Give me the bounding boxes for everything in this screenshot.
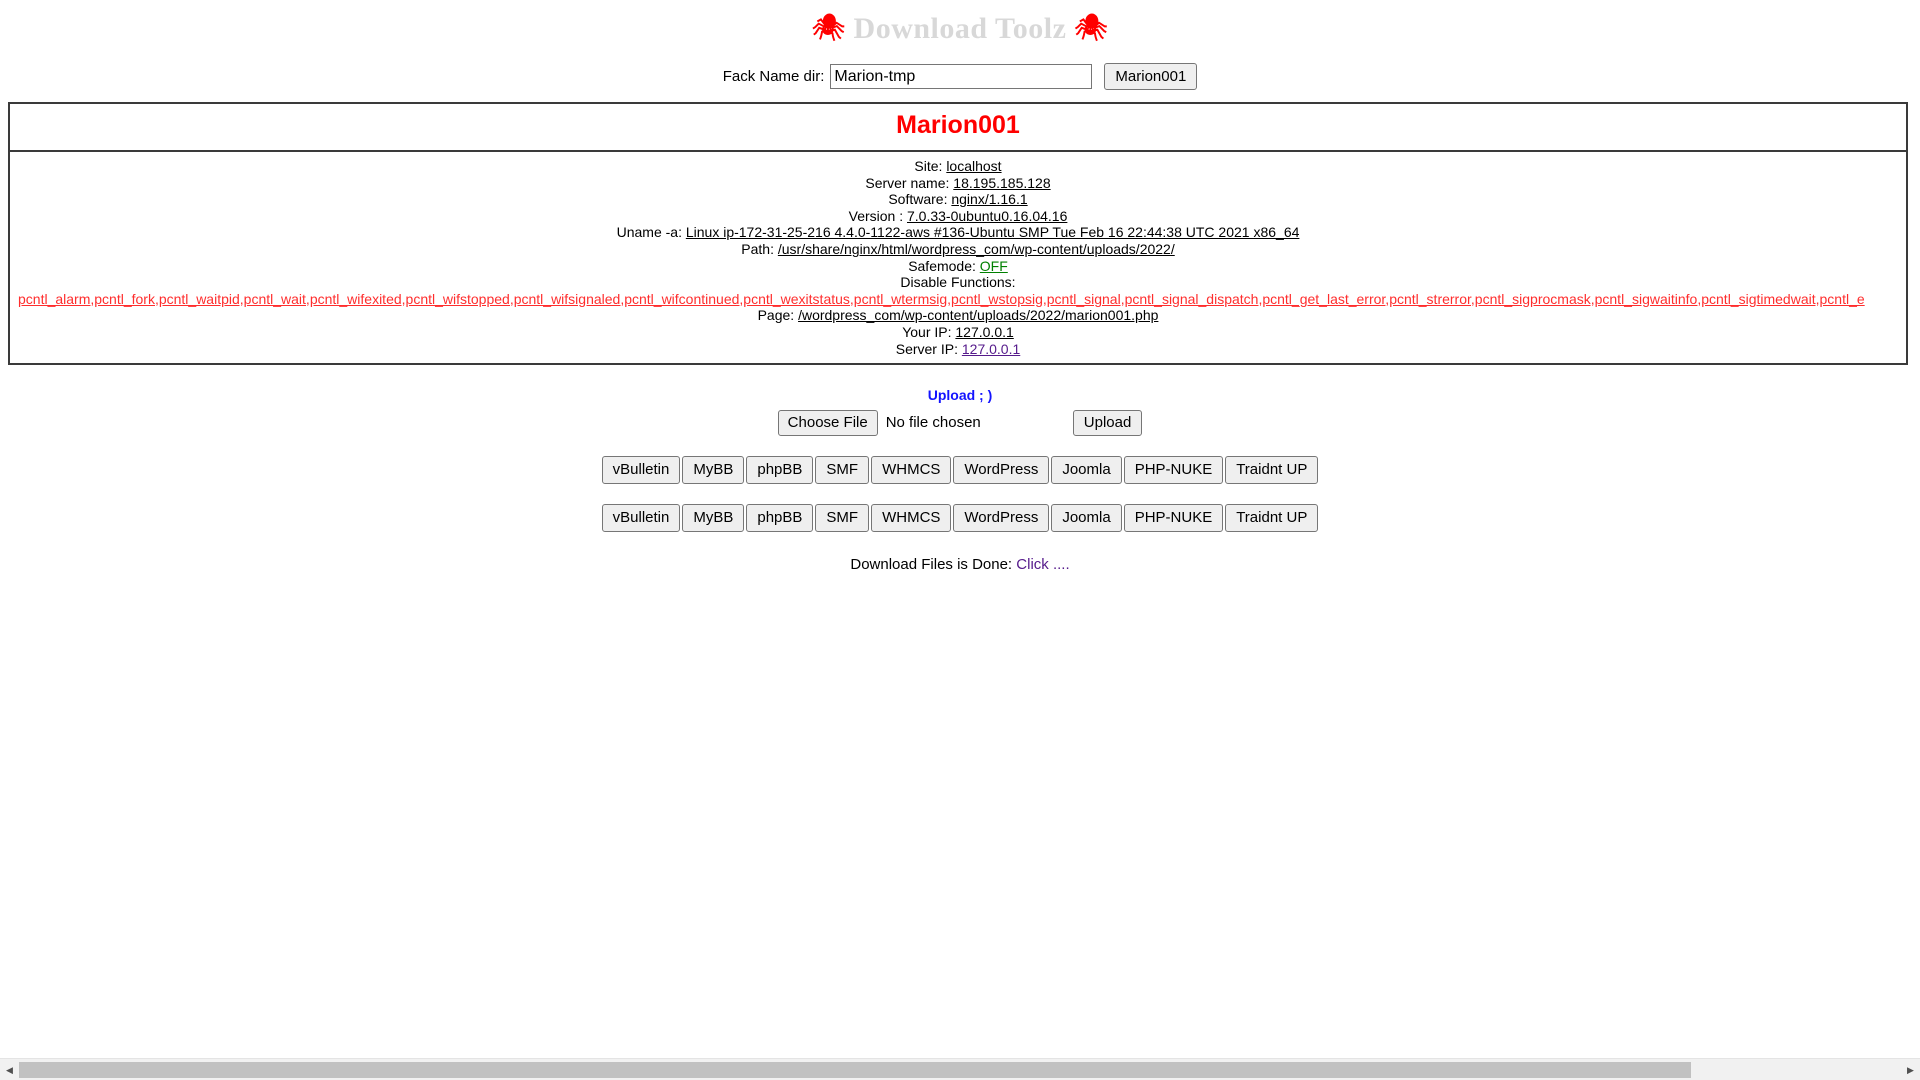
fack-name-form: Fack Name dir: Marion001: [0, 63, 1920, 90]
info-label-version: Version :: [848, 207, 904, 224]
scrollbar-thumb[interactable]: [19, 1062, 1691, 1078]
fack-name-submit-button[interactable]: Marion001: [1104, 63, 1198, 90]
info-value-safemode[interactable]: OFF: [980, 258, 1008, 274]
info-label-server-name: Server name:: [865, 174, 950, 191]
scroll-left-arrow-icon[interactable]: ◀: [0, 1059, 19, 1080]
fack-name-label: Fack Name dir:: [722, 68, 825, 85]
info-label-safemode: Safemode:: [908, 257, 976, 274]
info-row-safemode: Safemode: OFF: [10, 258, 1906, 275]
info-value-disable-functions[interactable]: pcntl_alarm,pcntl_fork,pcntl_waitpid,pcn…: [18, 291, 1865, 307]
script-button-mybb-2[interactable]: MyBB: [682, 504, 745, 533]
info-row-version: Version : 7.0.33-0ubuntu0.16.04.16: [10, 208, 1906, 225]
horizontal-scrollbar[interactable]: ◀ ▶: [0, 1058, 1920, 1080]
script-button-traidnt-up-2[interactable]: Traidnt UP: [1225, 504, 1319, 533]
info-value-page[interactable]: /wordpress_com/wp-content/uploads/2022/m…: [798, 307, 1158, 323]
spider-icon-left: 🕷: [812, 13, 846, 42]
upload-submit-button[interactable]: Upload: [1072, 410, 1143, 437]
info-label-site: Site:: [914, 158, 943, 174]
script-button-smf-2[interactable]: SMF: [815, 504, 870, 533]
server-info-panel: Marion001 Site: localhost Server name: 1…: [8, 102, 1908, 366]
brand-title-text: Download Toolz: [853, 12, 1067, 45]
script-button-phpbb-1[interactable]: phpBB: [746, 456, 814, 485]
script-button-mybb-1[interactable]: MyBB: [682, 456, 745, 485]
info-row-page: Page: /wordpress_com/wp-content/uploads/…: [10, 307, 1906, 324]
file-status-label: No file chosen: [885, 414, 981, 432]
script-button-traidnt-up-1[interactable]: Traidnt UP: [1225, 456, 1319, 485]
scroll-right-arrow-icon[interactable]: ▶: [1901, 1059, 1920, 1080]
info-row-disable-functions: pcntl_alarm,pcntl_fork,pcntl_waitpid,pcn…: [18, 291, 1906, 308]
script-button-joomla-1[interactable]: Joomla: [1051, 456, 1122, 485]
download-status-text: Download Files is Done:: [850, 556, 1013, 574]
info-row-server-ip: Server IP: 127.0.0.1: [10, 341, 1906, 358]
info-panel-title: Marion001: [896, 111, 1020, 139]
page-root: 🕷Download Toolz🕷 Fack Name dir: Marion001…: [0, 0, 1920, 1080]
fack-name-input[interactable]: [830, 64, 1093, 89]
info-row-server-name: Server name: 18.195.185.128: [10, 175, 1906, 192]
info-value-your-ip[interactable]: 127.0.0.1: [955, 324, 1013, 340]
info-label-uname: Uname -a:: [616, 224, 682, 241]
info-panel-title-cell: Marion001: [10, 104, 1906, 152]
script-button-vbulletin-1[interactable]: vBulletin: [601, 456, 681, 485]
info-row-path: Path: /usr/share/nginx/html/wordpress_co…: [10, 241, 1906, 258]
script-button-wordpress-1[interactable]: WordPress: [953, 456, 1050, 485]
script-buttons-row-1: vBulletin MyBB phpBB SMF WHMCS WordPress Jooml…: [0, 456, 1920, 485]
script-button-php-nuke-2[interactable]: PHP-NUKE: [1123, 504, 1224, 533]
script-button-wordpress-2[interactable]: WordPress: [953, 504, 1050, 533]
info-label-page: Page:: [757, 307, 795, 324]
download-status-line: Download Files is Done: Click ....: [0, 556, 1920, 573]
upload-section-title: Upload ; ): [927, 387, 993, 404]
info-label-path: Path:: [741, 240, 774, 257]
download-status-link[interactable]: Click ....: [1016, 556, 1069, 573]
file-input-wrapper[interactable]: Choose File No file chosen: [777, 410, 981, 437]
info-value-uname[interactable]: Linux ip-172-31-25-216 4.4.0-1122-aws #1…: [686, 224, 1300, 240]
page-title: 🕷 Download Toolz 🕷: [0, 0, 1920, 47]
info-row-your-ip: Your IP: 127.0.0.1: [10, 324, 1906, 341]
info-label-software: Software:: [888, 191, 948, 208]
info-label-disable-functions: Disable Functions:: [900, 274, 1016, 291]
info-row-software: Software: nginx/1.16.1: [10, 191, 1906, 208]
info-value-version[interactable]: 7.0.33-0ubuntu0.16.04.16: [907, 208, 1067, 224]
info-value-site[interactable]: localhost: [946, 158, 1001, 174]
info-value-software[interactable]: nginx/1.16.1: [951, 191, 1027, 207]
info-row-uname: Uname -a: Linux ip-172-31-25-216 4.4.0-1…: [10, 224, 1906, 241]
script-button-php-nuke-1[interactable]: PHP-NUKE: [1123, 456, 1224, 485]
script-button-vbulletin-2[interactable]: vBulletin: [601, 504, 681, 533]
script-button-smf-1[interactable]: SMF: [815, 456, 870, 485]
info-label-server-ip: Server IP:: [895, 340, 958, 357]
info-panel-body: Site: localhost Server name: 18.195.185.…: [10, 152, 1906, 363]
info-value-server-ip[interactable]: 127.0.0.1: [962, 341, 1020, 357]
info-value-server-name[interactable]: 18.195.185.128: [953, 175, 1050, 191]
info-row-site: Site: localhost: [10, 158, 1906, 175]
script-button-whmcs-2[interactable]: WHMCS: [871, 504, 952, 533]
spider-icon-right: 🕷: [1074, 13, 1108, 42]
script-button-phpbb-2[interactable]: phpBB: [746, 504, 814, 533]
choose-file-button[interactable]: Choose File: [777, 410, 878, 437]
info-value-path[interactable]: /usr/share/nginx/html/wordpress_com/wp-c…: [778, 241, 1175, 257]
upload-form: Choose File No file chosen Upload: [0, 410, 1920, 437]
script-button-joomla-2[interactable]: Joomla: [1051, 504, 1122, 533]
script-button-whmcs-1[interactable]: WHMCS: [871, 456, 952, 485]
script-buttons-row-2: vBulletin MyBB phpBB SMF WHMCS WordPress Jooml…: [0, 504, 1920, 533]
info-label-your-ip: Your IP:: [902, 323, 952, 340]
